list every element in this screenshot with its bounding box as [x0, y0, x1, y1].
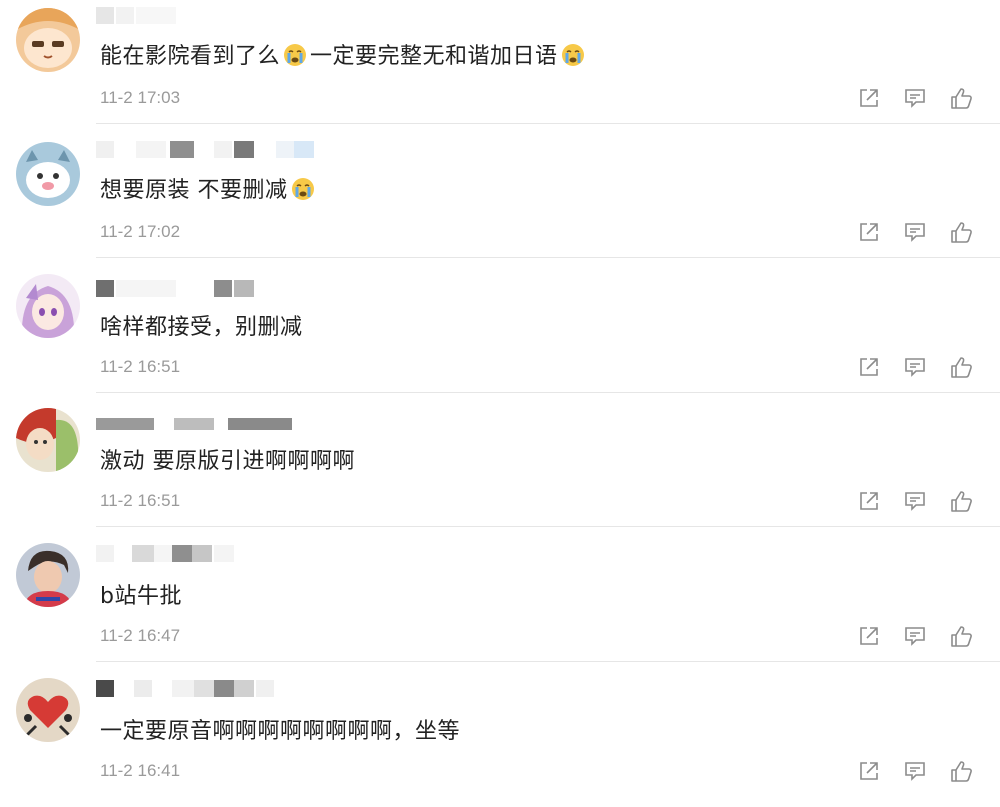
username-masked	[96, 4, 356, 26]
username-masked	[96, 415, 356, 437]
share-icon[interactable]	[858, 625, 884, 649]
comment-text: 能在影院看到了么 一定要完整无和谐加日语	[100, 38, 588, 70]
comment-actions	[858, 87, 988, 111]
username-masked	[96, 138, 356, 160]
comment-timestamp: 11-2 16:47	[100, 626, 181, 645]
divider	[96, 123, 1000, 124]
thumbs-up-icon[interactable]	[950, 87, 976, 111]
thumbs-up-icon[interactable]	[950, 625, 976, 649]
share-icon[interactable]	[858, 760, 884, 784]
comment-text: 一定要原音啊啊啊啊啊啊啊啊，坐等	[100, 719, 461, 744]
comment-item: 激动 要原版引进啊啊啊啊 11-2 16:51	[0, 403, 1000, 537]
divider	[96, 257, 1000, 258]
avatar[interactable]	[16, 543, 80, 607]
thumbs-up-icon[interactable]	[950, 760, 976, 784]
username-masked	[96, 677, 356, 699]
avatar[interactable]	[16, 678, 80, 742]
divider	[96, 661, 1000, 662]
comment-text: 想要原装 不要删减	[100, 172, 318, 204]
divider	[96, 526, 1000, 527]
comment-actions	[858, 760, 988, 784]
comment-actions	[858, 490, 988, 514]
comment-timestamp: 11-2 17:02	[100, 222, 181, 241]
thumbs-up-icon[interactable]	[950, 221, 976, 245]
avatar[interactable]	[16, 8, 80, 72]
comment-actions	[858, 356, 988, 380]
comment-timestamp: 11-2 16:41	[100, 761, 181, 780]
comment-icon[interactable]	[904, 625, 930, 649]
thumbs-up-icon[interactable]	[950, 490, 976, 514]
comment-text: 激动 要原版引进啊啊啊啊	[100, 449, 355, 474]
share-icon[interactable]	[858, 87, 884, 111]
share-icon[interactable]	[858, 356, 884, 380]
crying-face-emoji-icon	[283, 43, 307, 67]
divider	[96, 392, 1000, 393]
avatar[interactable]	[16, 142, 80, 206]
comment-icon[interactable]	[904, 760, 930, 784]
comment-icon[interactable]	[904, 356, 930, 380]
avatar[interactable]	[16, 274, 80, 338]
comment-icon[interactable]	[904, 87, 930, 111]
comment-item: 想要原装 不要删减 11-2 17:02	[0, 134, 1000, 268]
crying-face-emoji-icon	[561, 43, 585, 67]
crying-face-emoji-icon	[291, 177, 315, 201]
comment-text: b站牛批	[100, 584, 182, 609]
comment-actions	[858, 221, 988, 245]
comment-actions	[858, 625, 988, 649]
comment-timestamp: 11-2 16:51	[100, 491, 181, 510]
comment-icon[interactable]	[904, 490, 930, 514]
username-masked	[96, 542, 356, 564]
comment-item: b站牛批 11-2 16:47	[0, 538, 1000, 672]
comment-item: 一定要原音啊啊啊啊啊啊啊啊，坐等 11-2 16:41	[0, 673, 1000, 807]
comment-text: 啥样都接受，别删减	[100, 315, 303, 340]
comment-item: 能在影院看到了么 一定要完整无和谐加日语 11-2 17:03	[0, 0, 1000, 134]
comment-item: 啥样都接受，别删减 11-2 16:51	[0, 269, 1000, 403]
comment-icon[interactable]	[904, 221, 930, 245]
thumbs-up-icon[interactable]	[950, 356, 976, 380]
avatar[interactable]	[16, 408, 80, 472]
share-icon[interactable]	[858, 490, 884, 514]
username-masked	[96, 277, 356, 299]
comment-timestamp: 11-2 17:03	[100, 88, 181, 107]
comment-timestamp: 11-2 16:51	[100, 357, 181, 376]
share-icon[interactable]	[858, 221, 884, 245]
